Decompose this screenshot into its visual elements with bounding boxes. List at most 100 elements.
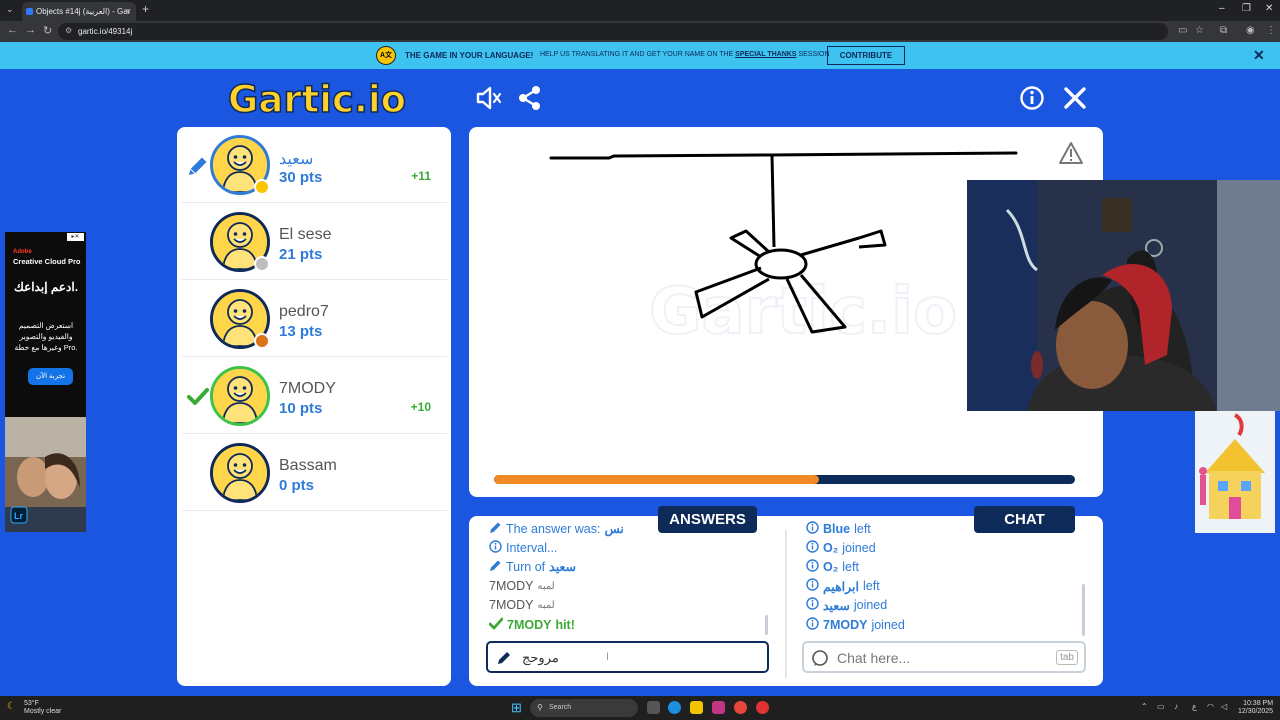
chat-line-name: سعيد xyxy=(823,598,850,613)
site-info-icon[interactable]: ⚙ xyxy=(65,26,72,35)
back-icon[interactable]: ← xyxy=(7,24,18,36)
player-name: El sese xyxy=(279,226,332,243)
tray-app-icon[interactable]: ▭ xyxy=(1157,702,1165,711)
check-icon xyxy=(489,617,504,632)
taskbar-clock[interactable]: 10:38 PM 12/30/2025 xyxy=(1238,700,1273,716)
exit-icon[interactable] xyxy=(1062,84,1088,112)
chat-scrollbar[interactable] xyxy=(1082,584,1085,636)
player-points: 30 pts xyxy=(279,169,323,186)
language-icon[interactable]: ع xyxy=(1192,702,1197,711)
player-avatar xyxy=(210,366,270,426)
answer-line-value: hit! xyxy=(555,617,575,632)
bookmark-star-icon[interactable]: ☆ xyxy=(1195,25,1204,36)
answer-input[interactable]: مروحج I xyxy=(486,641,769,673)
browser-menu-icon[interactable]: ⋮ xyxy=(1266,25,1276,36)
player-status-dot xyxy=(254,333,270,349)
close-tab-icon[interactable]: × xyxy=(126,6,131,16)
ad-right[interactable] xyxy=(1195,411,1275,533)
panel-divider xyxy=(785,530,787,678)
chat-line-action: left xyxy=(863,579,880,594)
profile-icon[interactable]: ◉ xyxy=(1246,25,1255,36)
task-view-icon[interactable] xyxy=(647,701,660,714)
answer-line-value: لمبه xyxy=(537,580,555,592)
info-icon xyxy=(806,540,819,556)
cast-icon[interactable]: ▭ xyxy=(1178,25,1187,36)
answer-line-value: لمبه xyxy=(537,599,555,611)
player-row[interactable]: El sese 21 pts xyxy=(181,204,447,280)
answer-line: The answer was: نس xyxy=(489,519,759,538)
tab-menu-icon[interactable]: ⌄ xyxy=(6,4,14,15)
answer-line-text: 7MODY xyxy=(489,598,534,613)
answer-line: Interval... xyxy=(489,538,759,557)
minimize-icon[interactable]: – xyxy=(1219,3,1225,14)
edge-icon[interactable] xyxy=(668,701,681,714)
player-name: 7MODY xyxy=(279,380,336,397)
pencil-icon xyxy=(489,559,502,575)
extensions-icon[interactable]: ⧉ xyxy=(1220,25,1227,36)
taskbar-search-label: Search xyxy=(549,704,572,711)
browser-tab-bar: ⌄ Objects #14j (العربية) - Gar × + – ❐ ✕ xyxy=(0,0,1280,21)
round-timer-bar xyxy=(494,475,1075,484)
ad-brand: Adobe xyxy=(13,249,32,255)
special-thanks-link[interactable]: SPECIAL THANKS xyxy=(735,51,796,58)
chat-line: ابراهيم left xyxy=(806,577,1076,596)
webcam-image xyxy=(967,180,1280,411)
chat-line: 7MODY joined xyxy=(806,615,1076,632)
new-tab-icon[interactable]: + xyxy=(142,2,149,16)
recording-app-icon[interactable] xyxy=(756,701,769,714)
answer-line-text: 7MODY xyxy=(507,617,552,632)
weather-widget[interactable]: 53°F Mostly clear xyxy=(24,700,61,716)
chat-input[interactable]: Chat here... tab xyxy=(802,641,1086,673)
browser-tab[interactable]: Objects #14j (العربية) - Gar × xyxy=(22,2,136,21)
gartic-logo: Gartic.io xyxy=(227,77,407,122)
url-text: gartic.io/49314j xyxy=(78,27,133,36)
player-points: 10 pts xyxy=(279,400,323,417)
answer-line-text: The answer was: xyxy=(506,521,601,536)
contribute-button[interactable]: CONTRIBUTE xyxy=(827,46,905,65)
wifi-icon[interactable]: ◠ xyxy=(1207,702,1214,711)
clock-date: 12/30/2025 xyxy=(1238,708,1274,715)
taskbar-search[interactable]: ⚲ Search xyxy=(530,699,638,717)
tab-key-hint: tab xyxy=(1056,650,1078,665)
tray-chevron-icon[interactable]: ⌃ xyxy=(1141,702,1148,711)
ad-body: استعرض التصميم والفيديو والتصوير وغيرها … xyxy=(14,321,78,352)
windows-start-icon[interactable]: ⊞ xyxy=(511,700,522,716)
answer-line-text: 7MODY xyxy=(489,579,534,594)
chat-line-action: joined xyxy=(853,598,888,613)
maximize-icon[interactable]: ❐ xyxy=(1242,3,1251,14)
weather-text: Mostly clear xyxy=(24,708,62,715)
microphone-icon[interactable]: ♪ xyxy=(1174,702,1178,711)
avatar-face xyxy=(213,369,267,423)
ad-choices-icon[interactable]: ▸✕ xyxy=(67,233,84,241)
instagram-icon[interactable] xyxy=(712,701,725,714)
file-explorer-icon[interactable] xyxy=(690,701,703,714)
close-window-icon[interactable]: ✕ xyxy=(1265,3,1273,14)
ad-headline: ادعم إبداعك. xyxy=(13,280,79,294)
answer-line: 7MODY hit! xyxy=(489,615,759,632)
volume-icon[interactable]: ◁ xyxy=(1221,702,1227,711)
info-icon xyxy=(806,597,819,613)
sound-icon[interactable] xyxy=(474,84,502,112)
ad-photo: Lr xyxy=(5,417,86,532)
player-row[interactable]: Bassam 0 pts xyxy=(181,435,447,511)
close-banner-icon[interactable]: ✕ xyxy=(1253,47,1265,64)
player-row[interactable]: pedro7 13 pts xyxy=(181,281,447,357)
player-name: Bassam xyxy=(279,457,337,474)
answer-line: Turn of سعيد xyxy=(489,557,759,576)
forward-icon[interactable]: → xyxy=(25,24,36,36)
info-icon[interactable] xyxy=(1019,84,1045,112)
chrome-icon[interactable] xyxy=(734,701,747,714)
reload-icon[interactable]: ↻ xyxy=(43,24,52,37)
ad-cta-button[interactable]: تجربة الآن xyxy=(28,368,73,385)
gartic-favicon-icon xyxy=(26,8,33,15)
share-icon[interactable] xyxy=(517,84,543,112)
report-warning-icon[interactable] xyxy=(1058,141,1084,165)
chat-line: سعيد joined xyxy=(806,596,1076,615)
chat-line-action: joined xyxy=(871,617,905,632)
answers-scrollbar[interactable] xyxy=(765,615,768,635)
player-row[interactable]: 7MODY 10 pts +10 xyxy=(181,358,447,434)
player-row[interactable]: سعيد 30 pts +11 xyxy=(181,127,447,203)
player-avatar xyxy=(210,443,270,503)
address-bar[interactable]: ⚙ gartic.io/49314j xyxy=(58,23,1168,40)
ad-left[interactable]: ▸✕ Adobe Creative Cloud Pro ادعم إبداعك.… xyxy=(5,232,86,532)
